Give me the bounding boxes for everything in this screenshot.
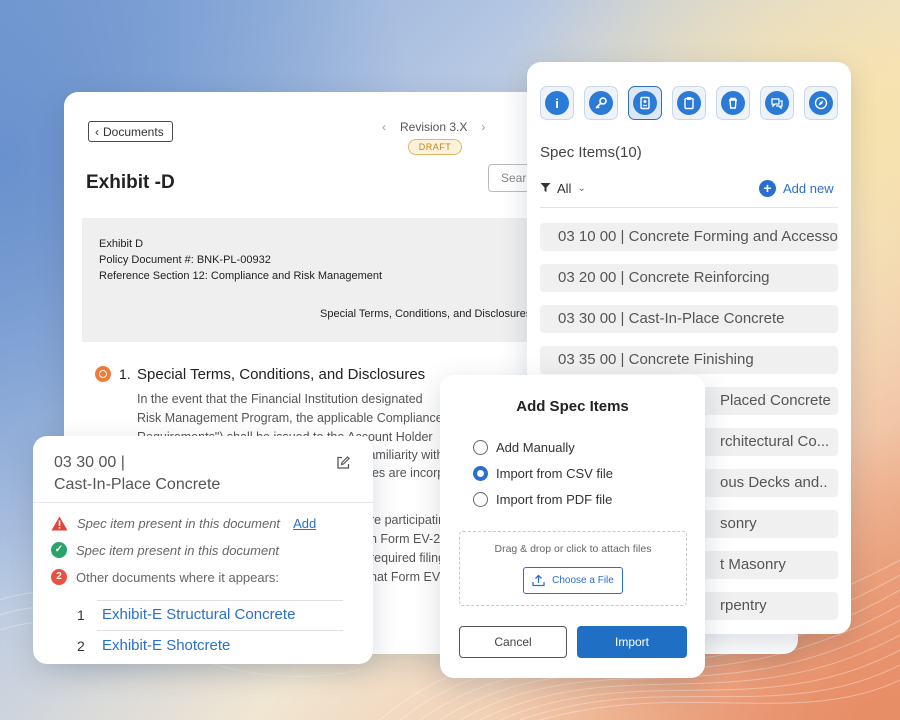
plus-icon: + [759, 180, 776, 197]
id-card-icon [633, 91, 657, 115]
compass-icon [809, 91, 833, 115]
header-line: Reference Section 12: Compliance and Ris… [99, 270, 383, 282]
choose-file-label: Choose a File [552, 575, 614, 586]
divider [97, 600, 343, 601]
spec-list-item[interactable]: 03 35 00 | Concrete Finishing [540, 346, 838, 374]
warning-row: Spec item present in this document Add [51, 516, 316, 531]
option-label: Import from PDF file [496, 492, 613, 507]
divider [33, 502, 373, 503]
option-label: Add Manually [496, 440, 575, 455]
header-line: Exhibit D [99, 238, 144, 250]
filter-dropdown[interactable]: All ⌄ [540, 181, 586, 196]
modal-title: Add Spec Items [516, 398, 629, 415]
related-document-link[interactable]: Exhibit-E Structural Concrete [102, 606, 295, 623]
clock-icon[interactable] [95, 366, 111, 382]
divider [540, 207, 838, 208]
chevron-left-icon: ‹ [95, 124, 99, 139]
add-new-label: Add new [783, 181, 834, 196]
related-document-link[interactable]: Exhibit-E Shotcrete [102, 637, 230, 654]
back-to-documents-button[interactable]: ‹ Documents [88, 121, 173, 142]
check-circle-icon: ✓ [51, 542, 67, 558]
section-title: Special Terms, Conditions, and Disclosur… [137, 366, 426, 383]
toolbar-compass-button[interactable] [804, 86, 838, 120]
spec-detail-popup: 03 30 00 | Cast-In-Place Concrete Spec i… [33, 436, 373, 664]
document-header-block: Exhibit D Policy Document #: BNK-PL-0093… [82, 218, 582, 342]
spec-code: 03 30 00 | [54, 454, 125, 471]
warning-icon [51, 516, 68, 531]
spec-name: Cast-In-Place Concrete [54, 476, 221, 493]
toolbar-key-button[interactable] [584, 86, 618, 120]
present-text: Spec item present in this document [76, 542, 280, 558]
drop-hint: Drag & drop or click to attach files [494, 543, 652, 555]
paragraph-line: hat Form EV [370, 570, 441, 584]
upload-icon [532, 574, 545, 587]
option-label: Import from CSV file [496, 466, 614, 481]
header-center-title: Special Terms, Conditions, and Disclosur… [320, 308, 532, 320]
warning-text: Spec item present in this document [77, 516, 281, 531]
filter-icon [540, 181, 551, 196]
paragraph-line: In the event that the Financial Institut… [137, 392, 423, 406]
count-badge: 2 [51, 569, 67, 585]
info-icon: i [545, 91, 569, 115]
document-index: 1 [77, 607, 85, 623]
radio-button[interactable] [473, 492, 488, 507]
spec-items-title: Spec Items(10) [540, 144, 642, 161]
next-revision-icon[interactable]: › [481, 120, 485, 134]
cancel-button[interactable]: Cancel [459, 626, 567, 658]
file-drop-zone[interactable]: Drag & drop or click to attach files Cho… [459, 531, 687, 606]
radio-button-selected[interactable] [473, 466, 488, 481]
divider [97, 630, 343, 631]
revision-label: Revision 3.X [400, 120, 468, 134]
previous-revision-icon[interactable]: ‹ [382, 120, 386, 134]
add-spec-items-modal: Add Spec Items Add Manually Import from … [440, 375, 705, 678]
import-button[interactable]: Import [577, 626, 687, 658]
spec-list-item[interactable]: 03 20 00 | Concrete Reinforcing [540, 264, 838, 292]
section-number: 1. [119, 366, 131, 382]
add-link[interactable]: Add [293, 516, 316, 531]
spec-list-item[interactable]: 03 30 00 | Cast-In-Place Concrete [540, 305, 838, 333]
revision-selector: ‹ Revision 3.X › [382, 120, 485, 134]
key-icon [589, 91, 613, 115]
edit-icon[interactable] [336, 456, 350, 470]
option-import-pdf[interactable]: Import from PDF file [473, 492, 612, 507]
filter-label: All [557, 181, 572, 196]
option-import-csv[interactable]: Import from CSV file [473, 466, 613, 481]
clipboard-icon [677, 91, 701, 115]
document-index: 2 [77, 638, 85, 654]
back-label: Documents [103, 124, 164, 139]
option-add-manually[interactable]: Add Manually [473, 440, 575, 455]
toolbar-clipboard-button[interactable] [672, 86, 706, 120]
paragraph-line: familiarity with [365, 448, 444, 462]
present-row: ✓ Spec item present in this document [51, 542, 279, 558]
paragraph-line: Risk Management Program, the applicable … [137, 411, 443, 425]
other-documents-label: Other documents where it appears: [76, 569, 280, 585]
chat-icon [765, 91, 789, 115]
radio-button[interactable] [473, 440, 488, 455]
page-title: Exhibit -D [86, 172, 175, 193]
toolbar-id-card-button[interactable] [628, 86, 662, 120]
toolbar-info-button[interactable]: i [540, 86, 574, 120]
spec-list-item[interactable]: 03 10 00 | Concrete Forming and Accessor… [540, 223, 838, 251]
toolbar-chat-button[interactable] [760, 86, 794, 120]
add-new-button[interactable]: + Add new [759, 180, 834, 197]
toolbar-trash-button[interactable] [716, 86, 750, 120]
paragraph-line: n Form EV-2 [370, 532, 441, 546]
chevron-down-icon: ⌄ [577, 183, 586, 194]
header-line: Policy Document #: BNK-PL-00932 [99, 254, 271, 266]
trash-icon [721, 91, 745, 115]
other-documents-row: 2 Other documents where it appears: [51, 569, 279, 585]
choose-file-button[interactable]: Choose a File [523, 567, 623, 594]
status-badge: DRAFT [408, 139, 462, 155]
